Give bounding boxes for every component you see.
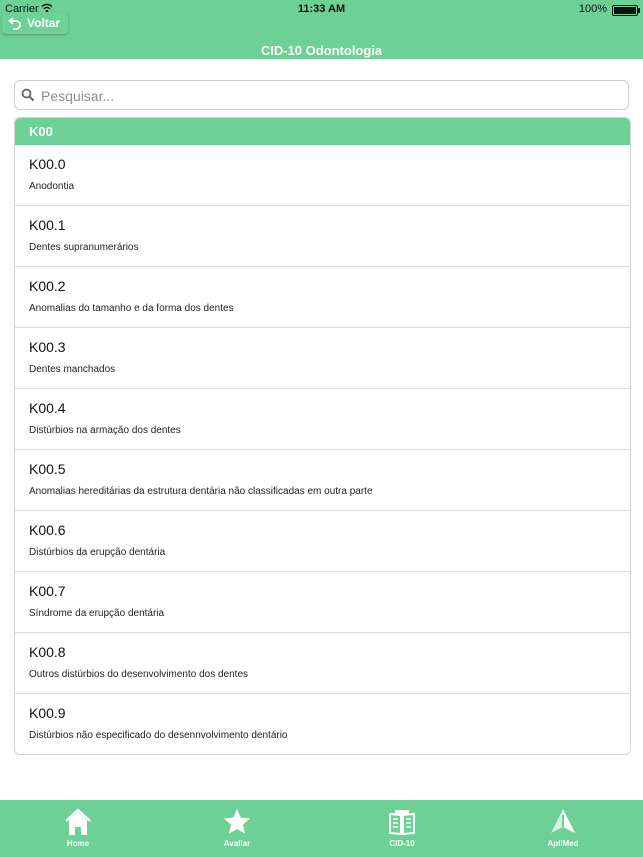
- list-item[interactable]: K00.0 Anodontia: [15, 145, 630, 206]
- book-icon: [389, 810, 415, 836]
- list-item[interactable]: K00.2 Anomalias do tamanho e da forma do…: [15, 267, 630, 328]
- item-code: K00.0: [29, 156, 66, 172]
- item-description: Dentes manchados: [29, 364, 116, 375]
- search-input[interactable]: [39, 85, 623, 107]
- item-description: Outros distúrbios do desenvolvimento dos…: [29, 669, 249, 680]
- tab-cid10-label: CID-10: [389, 839, 415, 848]
- list-item[interactable]: K00.4 Distúrbios na armação dos dentes: [15, 389, 630, 450]
- item-code: K00.9: [29, 705, 66, 721]
- status-bar: Carrier 11:33 AM 100%: [0, 0, 643, 18]
- search-bar: [14, 80, 629, 110]
- item-code: K00.3: [29, 339, 66, 355]
- item-code: K00.7: [29, 583, 66, 599]
- page-title: CID-10 Odontologia: [260, 43, 383, 58]
- item-code: K00.5: [29, 461, 66, 477]
- tab-cid10[interactable]: CID-10: [352, 800, 452, 857]
- item-code: K00.2: [29, 278, 66, 294]
- back-label: Voltar: [27, 16, 61, 30]
- tab-aplimed-label: ApliMed: [547, 839, 579, 848]
- item-description: Anodontia: [29, 181, 75, 192]
- list-item[interactable]: K00.8 Outros distúrbios do desenvolvimen…: [15, 633, 630, 694]
- code-list: K00 K00.0 Anodontia K00.1 Dentes supranu…: [14, 117, 631, 755]
- tab-aplimed[interactable]: ApliMed: [513, 800, 613, 857]
- item-description: Síndrome da erupção dentária: [29, 608, 165, 619]
- item-description: Distúrbios na armação dos dentes: [29, 425, 181, 436]
- battery-icon: [612, 5, 640, 16]
- list-item[interactable]: K00.6 Distúrbios da erupção dentária: [15, 511, 630, 572]
- tab-avaliar-label: Avaliar: [223, 839, 251, 848]
- item-description: Distúrbios não especificado do desennvol…: [29, 730, 288, 741]
- section-header: K00: [15, 118, 630, 145]
- battery-percent: 100%: [578, 3, 607, 15]
- item-code: K00.4: [29, 400, 66, 416]
- list-item[interactable]: K00.9 Distúrbios não especificado do des…: [15, 694, 630, 754]
- item-description: Distúrbios da erupção dentária: [29, 547, 166, 558]
- search-icon: [21, 88, 35, 102]
- item-code: K00.6: [29, 522, 66, 538]
- status-time: 11:33 AM: [297, 3, 346, 15]
- header-bar: Carrier 11:33 AM 100% Voltar CID-10 Odon…: [0, 0, 643, 59]
- list-item[interactable]: K00.5 Anomalias hereditárias da estrutur…: [15, 450, 630, 511]
- tab-bar: Home Avaliar CID-10 ApliMed: [0, 800, 643, 857]
- item-description: Anomalias hereditárias da estrutura dent…: [29, 486, 373, 497]
- list-item[interactable]: K00.1 Dentes supranumerários: [15, 206, 630, 267]
- back-button[interactable]: Voltar: [2, 12, 68, 34]
- home-icon: [65, 808, 91, 835]
- tab-home[interactable]: Home: [28, 800, 128, 857]
- item-description: Dentes supranumerários: [29, 242, 139, 253]
- back-arrow-icon: [8, 17, 21, 30]
- list-item[interactable]: K00.3 Dentes manchados: [15, 328, 630, 389]
- item-code: K00.1: [29, 217, 66, 233]
- aplimed-logo-icon: [551, 809, 575, 833]
- item-code: K00.8: [29, 644, 66, 660]
- tab-home-label: Home: [66, 839, 90, 848]
- list-item[interactable]: K00.7 Síndrome da erupção dentária: [15, 572, 630, 633]
- item-description: Anomalias do tamanho e da forma dos dent…: [29, 303, 234, 314]
- tab-avaliar[interactable]: Avaliar: [187, 800, 287, 857]
- star-icon: [224, 809, 250, 834]
